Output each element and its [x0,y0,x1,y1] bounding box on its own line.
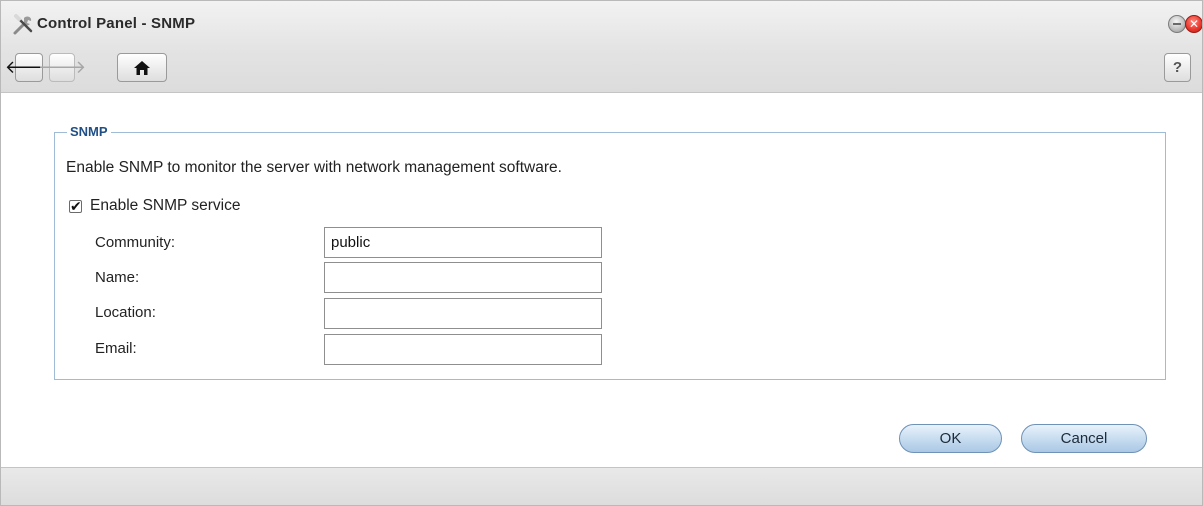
cancel-button[interactable]: Cancel [1021,424,1147,453]
community-field[interactable] [324,227,602,258]
minimize-icon[interactable] [1168,15,1186,33]
email-label: Email: [95,340,137,357]
enable-snmp-checkbox[interactable]: ✔ [69,199,82,213]
forward-button[interactable]: 🡒 [38,53,86,82]
name-label: Name: [95,269,140,286]
enable-snmp-label[interactable]: Enable SNMP service [90,197,240,215]
email-field[interactable] [324,334,602,365]
community-label: Community: [95,234,176,251]
close-icon[interactable]: ✕ [1185,15,1202,33]
name-field[interactable] [324,262,602,293]
help-button[interactable]: ? [1164,53,1191,82]
snmp-fieldset: SNMP Enable SNMP to monitor the server w… [54,124,1166,380]
snmp-description: Enable SNMP to monitor the server with n… [66,159,562,176]
status-bar [1,467,1202,505]
tools-icon [13,14,33,35]
location-label: Location: [95,304,156,321]
window-title: Control Panel - SNMP [37,15,196,32]
title-bar: Control Panel - SNMP ✕ 🡐 🡒 ? [1,1,1202,93]
fieldset-legend: SNMP [67,124,111,139]
content-area: SNMP Enable SNMP to monitor the server w… [1,93,1202,467]
control-panel-window: Control Panel - SNMP ✕ 🡐 🡒 ? SNMP Enable… [0,0,1203,506]
ok-button[interactable]: OK [899,424,1002,453]
help-icon: ? [1172,59,1183,76]
location-field[interactable] [324,298,602,329]
arrow-right-icon: 🡒 [37,57,87,77]
home-icon [134,60,150,75]
home-button[interactable] [117,53,167,82]
